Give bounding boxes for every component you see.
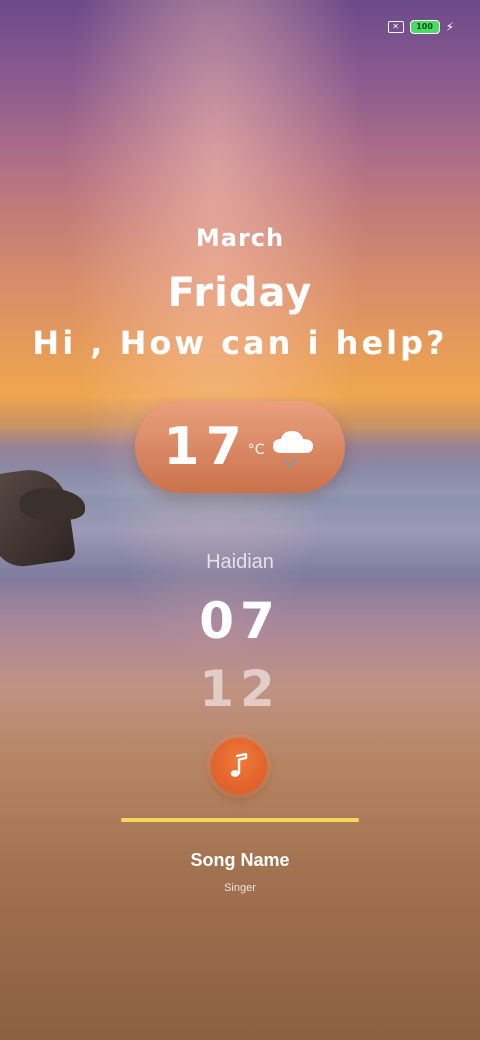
lightning-bolt-icon: ⚡ xyxy=(445,20,454,34)
battery-level: 100 xyxy=(416,22,433,31)
temperature-value: 17 xyxy=(163,417,248,477)
music-progress-bar[interactable] xyxy=(121,818,359,822)
month-label: March xyxy=(195,224,285,252)
music-note-icon xyxy=(230,753,248,777)
temperature-unit: °C xyxy=(247,442,265,458)
clock-hour: 07 xyxy=(199,592,281,650)
clock-minute: 12 xyxy=(199,660,281,718)
status-bar: ✕ 100 ⚡ xyxy=(387,20,454,34)
battery-indicator: 100 xyxy=(409,20,440,34)
song-name: Song Name xyxy=(190,850,290,870)
weather-widget[interactable]: 17 °C xyxy=(135,401,345,493)
day-label: Friday xyxy=(167,270,313,316)
music-progress-fill xyxy=(121,818,359,822)
music-play-button[interactable] xyxy=(211,738,267,794)
assistant-greeting[interactable]: Hi , How can i help? xyxy=(0,324,480,362)
location-label: Haidian xyxy=(206,551,274,573)
rain-cloud-icon xyxy=(272,431,313,468)
no-sim-icon: ✕ xyxy=(387,21,404,33)
singer-name: Singer xyxy=(224,882,256,894)
